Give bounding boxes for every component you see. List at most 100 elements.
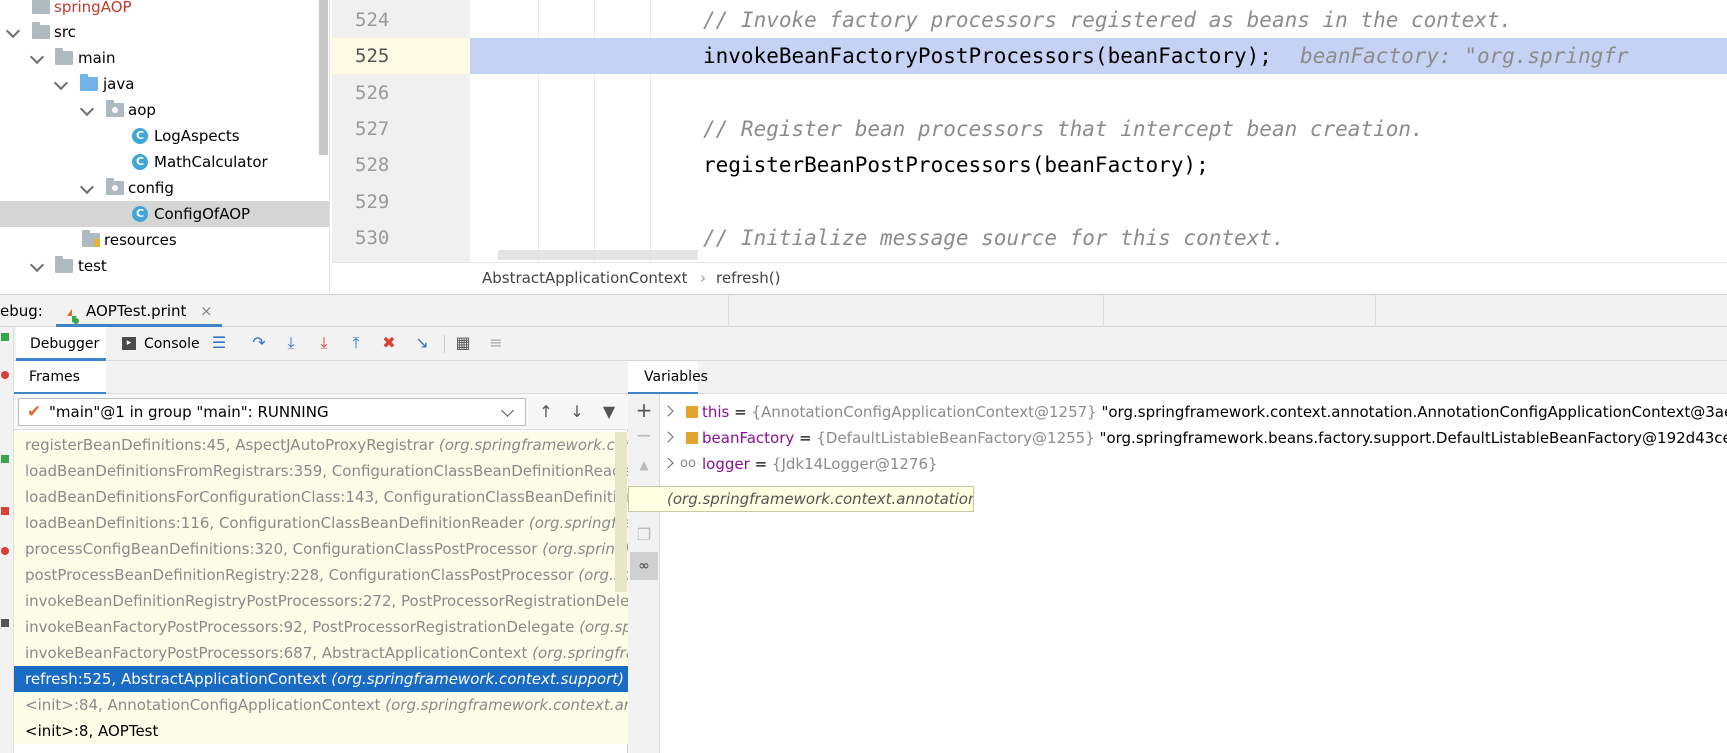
resources-folder-icon [82,230,100,247]
chevron-down-icon[interactable] [79,101,95,117]
filter-icon[interactable]: ▼ [598,401,620,423]
arrow-down-icon[interactable]: ↓ [566,401,588,423]
tree-item-logaspects[interactable]: C LogAspects [0,123,329,149]
step-out-icon[interactable]: ⤒ [345,332,367,354]
frame-row[interactable]: postProcessBeanDefinitionRegistry:228, C… [14,562,628,588]
tree-item-aop[interactable]: aop [0,97,329,123]
tree-item-resources[interactable]: resources [0,227,329,253]
frame-row[interactable]: loadBeanDefinitions:116, ConfigurationCl… [14,510,628,536]
package-icon [106,178,124,195]
frame-row[interactable]: invokeBeanDefinitionRegistryPostProcesso… [14,588,628,614]
frame-row-selected[interactable]: refresh:525, AbstractApplicationContext … [14,666,628,692]
step-over-icon[interactable]: ↷ [248,332,270,354]
tab-label: Debugger [30,336,100,352]
breadcrumb-class[interactable]: AbstractApplicationContext [482,263,688,293]
line-number[interactable]: 527 [332,111,470,147]
rerun-icon[interactable] [1,455,9,463]
folder-icon [32,0,50,14]
tree-item-configofaop[interactable]: C ConfigOfAOP [0,201,329,227]
stop-icon[interactable] [1,371,9,379]
tree-scrollbar[interactable] [319,0,328,155]
frame-row[interactable]: loadBeanDefinitionsFromRegistrars:359, C… [14,458,628,484]
thread-selector[interactable]: ✔ "main"@1 in group "main": RUNNING [18,398,526,426]
variable-row[interactable]: oo logger = {Jdk14Logger@1276} [660,451,1727,477]
tree-item-label: aop [128,101,156,119]
settings-icon[interactable] [1,619,9,627]
tree-item-java[interactable]: java [0,71,329,97]
console-icon: ▸ [122,337,136,350]
view-breakpoints-icon[interactable] [1,547,9,555]
field-icon [686,432,698,444]
tree-item-label: test [78,257,107,275]
move-up-icon[interactable]: ▲ [633,454,655,476]
frame-method: invokeBeanFactoryPostProcessors:92, Post… [25,618,580,636]
evaluate-expression-icon[interactable]: ▦ [452,332,474,354]
copy-icon[interactable]: ❐ [633,524,655,546]
code-line[interactable]: // Invoke factory processors registered … [470,2,1727,38]
add-watch-icon[interactable]: + [633,399,655,421]
line-number[interactable]: 528 [332,147,470,183]
frames-title[interactable]: Frames [29,361,80,394]
tree-item-label: ConfigOfAOP [154,205,251,223]
variables-title[interactable]: Variables [644,361,708,394]
frame-row[interactable]: registerBeanDefinitions:45, AspectJAutoP… [14,432,628,458]
breakpoint-icon[interactable] [1,507,9,515]
variable-row[interactable]: beanFactory = {DefaultListableBeanFactor… [660,425,1727,451]
variable-value: "org.springframework.beans.factory.suppo… [1099,429,1727,447]
tree-item-springaop[interactable]: springAOP [0,0,329,20]
tab-console[interactable]: ▸ Console [120,327,210,361]
variable-name: this [702,403,730,421]
chevron-down-icon[interactable] [5,23,21,39]
frames-scrollbar[interactable] [615,432,627,592]
breadcrumb-method[interactable]: refresh() [716,263,780,293]
line-number[interactable]: 526 [332,75,470,111]
horizontal-scrollbar[interactable] [498,250,698,260]
tree-item-config[interactable]: config [0,175,329,201]
line-number[interactable]: 524 [332,2,470,38]
layout-settings-icon[interactable]: ☰ [208,332,230,354]
line-number-current[interactable]: 525 [332,38,470,74]
frame-method: invokeBeanDefinitionRegistryPostProcesso… [25,592,628,610]
glasses-icon[interactable]: ∞ [633,555,655,577]
chevron-down-icon[interactable] [29,49,45,65]
frame-row[interactable]: processConfigBeanDefinitions:320, Config… [14,536,628,562]
tree-item-main[interactable]: main [0,45,329,71]
chevron-down-icon[interactable] [501,404,514,417]
code-line[interactable] [470,75,1727,111]
resume-icon[interactable] [1,333,9,341]
chevron-right-icon[interactable] [662,457,674,469]
tab-label: Console [144,336,200,352]
remove-watch-icon[interactable]: − [633,424,655,446]
close-icon[interactable]: × [200,295,213,327]
chevron-down-icon[interactable] [79,179,95,195]
frame-row[interactable]: <init>:8, AOPTest [14,718,628,744]
code-line-current[interactable]: invokeBeanFactoryPostProcessors(beanFact… [470,38,1727,74]
tree-item-src[interactable]: src [0,19,329,45]
run-config-tab[interactable]: AOPTest.print × [56,295,222,327]
frame-row[interactable]: loadBeanDefinitionsForConfigurationClass… [14,484,628,510]
chevron-down-icon[interactable] [29,257,45,273]
tree-item-mathcalculator[interactable]: C MathCalculator [0,149,329,175]
drop-frame-icon[interactable]: ✖ [378,332,400,354]
tab-debugger[interactable]: Debugger [16,327,106,361]
run-to-cursor-icon[interactable]: ↘ [411,332,433,354]
chevron-right-icon[interactable] [662,431,674,443]
step-into-icon[interactable]: ⤓ [280,332,302,354]
code-line[interactable]: // Register bean processors that interce… [470,111,1727,147]
line-number[interactable]: 530 [332,220,470,256]
chevron-down-icon[interactable] [53,75,69,91]
arrow-up-icon[interactable]: ↑ [535,401,557,423]
frame-row[interactable]: <init>:84, AnnotationConfigApplicationCo… [14,692,628,718]
force-step-into-icon[interactable]: ⤓ [313,332,335,354]
variable-equals: = [729,403,752,421]
code-line[interactable] [470,184,1727,220]
tree-item-test[interactable]: test [0,253,329,279]
variable-row[interactable]: this = {AnnotationConfigApplicationConte… [660,399,1727,425]
trace-stream-icon[interactable]: ≡ [485,332,507,354]
chevron-right-icon[interactable] [662,405,674,417]
code-editor[interactable]: // Invoke factory processors registered … [470,0,1727,262]
code-line[interactable]: registerBeanPostProcessors(beanFactory); [470,147,1727,183]
line-number[interactable]: 529 [332,184,470,220]
frame-row[interactable]: invokeBeanFactoryPostProcessors:92, Post… [14,614,628,640]
frame-row[interactable]: invokeBeanFactoryPostProcessors:687, Abs… [14,640,628,666]
